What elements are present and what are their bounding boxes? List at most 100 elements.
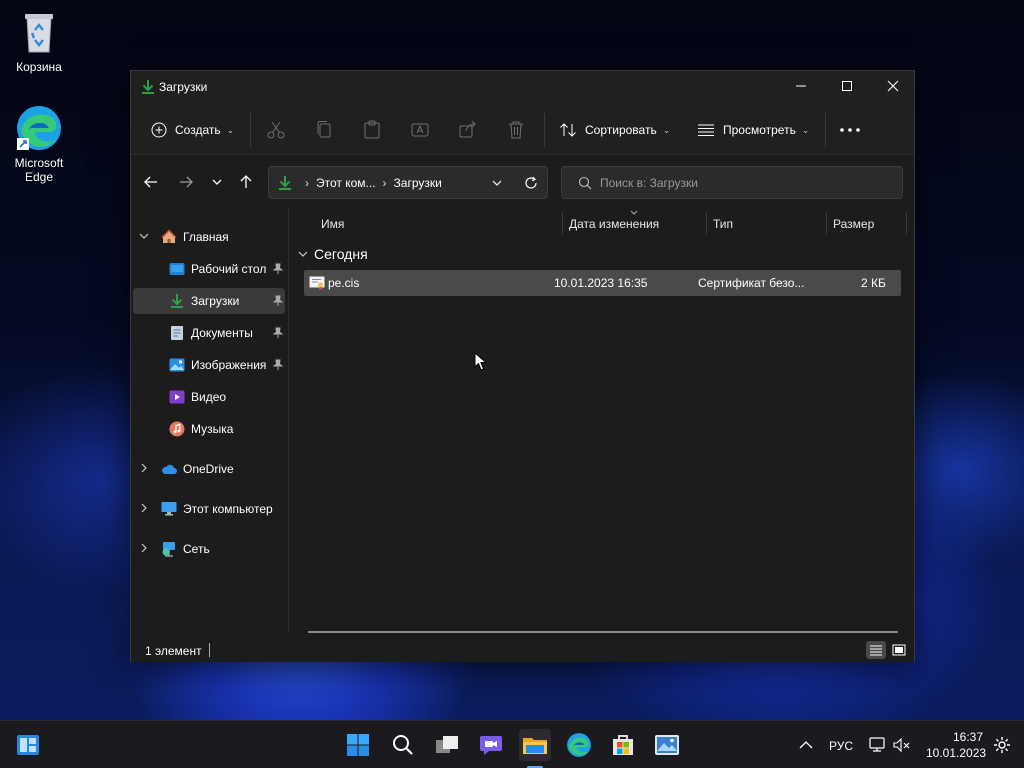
column-divider[interactable]: [562, 212, 563, 234]
sidebar-item-documents[interactable]: Документы: [133, 320, 285, 346]
certificate-file-icon: [309, 276, 325, 290]
file-explorer-taskbar-button[interactable]: [519, 729, 551, 761]
expand-chevron-icon[interactable]: [139, 463, 149, 475]
sort-button[interactable]: Сортировать ⌄: [559, 115, 670, 145]
up-button[interactable]: [234, 170, 258, 194]
details-view-button[interactable]: [866, 641, 886, 659]
notification-settings-icon: [994, 737, 1010, 753]
network-icon: [161, 541, 177, 557]
sidebar-item-this-pc[interactable]: Этот компьютер: [133, 496, 285, 522]
desktop-folder-icon: [169, 261, 185, 277]
sidebar-item-downloads[interactable]: Загрузки: [133, 288, 285, 314]
copy-icon[interactable]: [313, 119, 335, 141]
computer-icon: [161, 501, 177, 517]
file-size: 2 КБ: [861, 276, 886, 290]
file-name: pe.cis: [328, 276, 360, 290]
taskbar-search-button[interactable]: [387, 729, 419, 761]
rename-icon[interactable]: [409, 119, 431, 141]
sidebar-item-music[interactable]: Музыка: [133, 416, 285, 442]
sidebar-item-pictures[interactable]: Изображения: [133, 352, 285, 378]
minimize-button[interactable]: [778, 71, 824, 101]
widgets-button[interactable]: [12, 729, 44, 761]
expand-chevron-icon[interactable]: [139, 231, 149, 243]
sidebar-item-home[interactable]: Главная: [133, 224, 285, 250]
store-taskbar-button[interactable]: [607, 729, 639, 761]
pin-icon[interactable]: [273, 359, 283, 371]
volume-button[interactable]: [886, 729, 918, 761]
table-row[interactable]: pe.cis 10.01.2023 16:35 Сертификат безо.…: [304, 270, 901, 296]
edge-taskbar-button[interactable]: [563, 729, 595, 761]
chat-button[interactable]: [475, 729, 507, 761]
task-view-icon: [436, 736, 458, 753]
tiles-view-button[interactable]: [889, 641, 909, 659]
paste-icon[interactable]: [361, 119, 383, 141]
expand-chevron-icon[interactable]: [139, 543, 149, 555]
sidebar-item-desktop[interactable]: Рабочий стол: [133, 256, 285, 282]
sidebar-item-videos[interactable]: Видео: [133, 384, 285, 410]
chevron-down-icon: ⌄: [226, 124, 235, 135]
details-view-icon: [870, 645, 882, 656]
toolbar-divider: [544, 113, 545, 147]
task-view-button[interactable]: [431, 729, 463, 761]
sort-indicator-icon: [630, 210, 638, 215]
maximize-icon: [842, 81, 852, 91]
sidebar-item-network[interactable]: Сеть: [133, 536, 285, 562]
address-history-chevron-icon[interactable]: [491, 177, 503, 189]
close-button[interactable]: [870, 71, 916, 101]
horizontal-scrollbar[interactable]: [308, 631, 898, 633]
start-button[interactable]: [342, 729, 374, 761]
address-bar[interactable]: › Этот ком... › Загрузки: [268, 166, 548, 199]
minimize-icon: [796, 85, 806, 87]
clock-date[interactable]: 10.01.2023: [926, 746, 986, 760]
column-header-size[interactable]: Размер: [833, 217, 874, 231]
photos-taskbar-button[interactable]: [651, 729, 683, 761]
group-header-today[interactable]: Сегодня: [298, 246, 368, 262]
tiles-view-icon: [892, 644, 906, 656]
pin-icon[interactable]: [273, 295, 283, 307]
music-icon: [169, 421, 185, 437]
notifications-button[interactable]: [986, 729, 1018, 761]
back-button[interactable]: [139, 170, 163, 194]
mouse-cursor-icon: [474, 352, 488, 371]
search-input[interactable]: [600, 175, 890, 190]
title-bar[interactable]: Загрузки: [131, 71, 914, 103]
command-bar: Создать ⌄ Сортировать ⌄ Просмотреть ⌄: [131, 103, 914, 155]
create-button[interactable]: Создать ⌄: [151, 115, 234, 145]
clock-time[interactable]: 16:37: [953, 730, 983, 744]
chevron-down-icon: ⌄: [801, 124, 810, 135]
show-hidden-icons-button[interactable]: [790, 729, 822, 761]
breadcrumb-this-pc[interactable]: Этот ком...: [316, 176, 376, 190]
view-button[interactable]: Просмотреть ⌄: [697, 115, 809, 145]
delete-icon[interactable]: [505, 119, 527, 141]
pin-icon[interactable]: [273, 327, 283, 339]
expand-chevron-icon[interactable]: [139, 503, 149, 515]
column-header-name[interactable]: Имя: [321, 217, 344, 231]
column-divider[interactable]: [906, 212, 907, 234]
column-divider[interactable]: [826, 212, 827, 234]
edge-icon: [567, 733, 591, 757]
download-icon: [279, 175, 291, 190]
cut-icon[interactable]: [265, 119, 287, 141]
share-icon[interactable]: [457, 119, 479, 141]
volume-muted-icon: [893, 737, 910, 753]
column-header-type[interactable]: Тип: [713, 217, 733, 231]
refresh-icon[interactable]: [524, 176, 538, 190]
column-header-date[interactable]: Дата изменения: [569, 217, 659, 231]
search-box[interactable]: [561, 166, 903, 199]
recent-locations-button[interactable]: [205, 170, 229, 194]
forward-button[interactable]: [174, 170, 198, 194]
file-list-pane: Имя Дата изменения Тип Размер Сегодня pe…: [290, 208, 914, 633]
more-options-button[interactable]: [839, 115, 861, 145]
pin-icon[interactable]: [273, 263, 283, 275]
view-list-icon: [698, 124, 714, 136]
desktop-icon-label: Microsoft Edge: [14, 156, 64, 184]
chevron-down-icon: [298, 251, 308, 257]
column-divider[interactable]: [706, 212, 707, 234]
maximize-button[interactable]: [824, 71, 870, 101]
desktop-icon-recycle-bin[interactable]: Корзина: [0, 8, 78, 74]
input-language-indicator[interactable]: РУС: [829, 739, 853, 753]
breadcrumb-downloads[interactable]: Загрузки: [394, 176, 442, 190]
taskbar: РУС 16:37 10.01.2023: [0, 720, 1024, 768]
desktop-icon-edge[interactable]: Microsoft Edge: [0, 104, 78, 184]
sidebar-item-onedrive[interactable]: OneDrive: [133, 456, 285, 482]
